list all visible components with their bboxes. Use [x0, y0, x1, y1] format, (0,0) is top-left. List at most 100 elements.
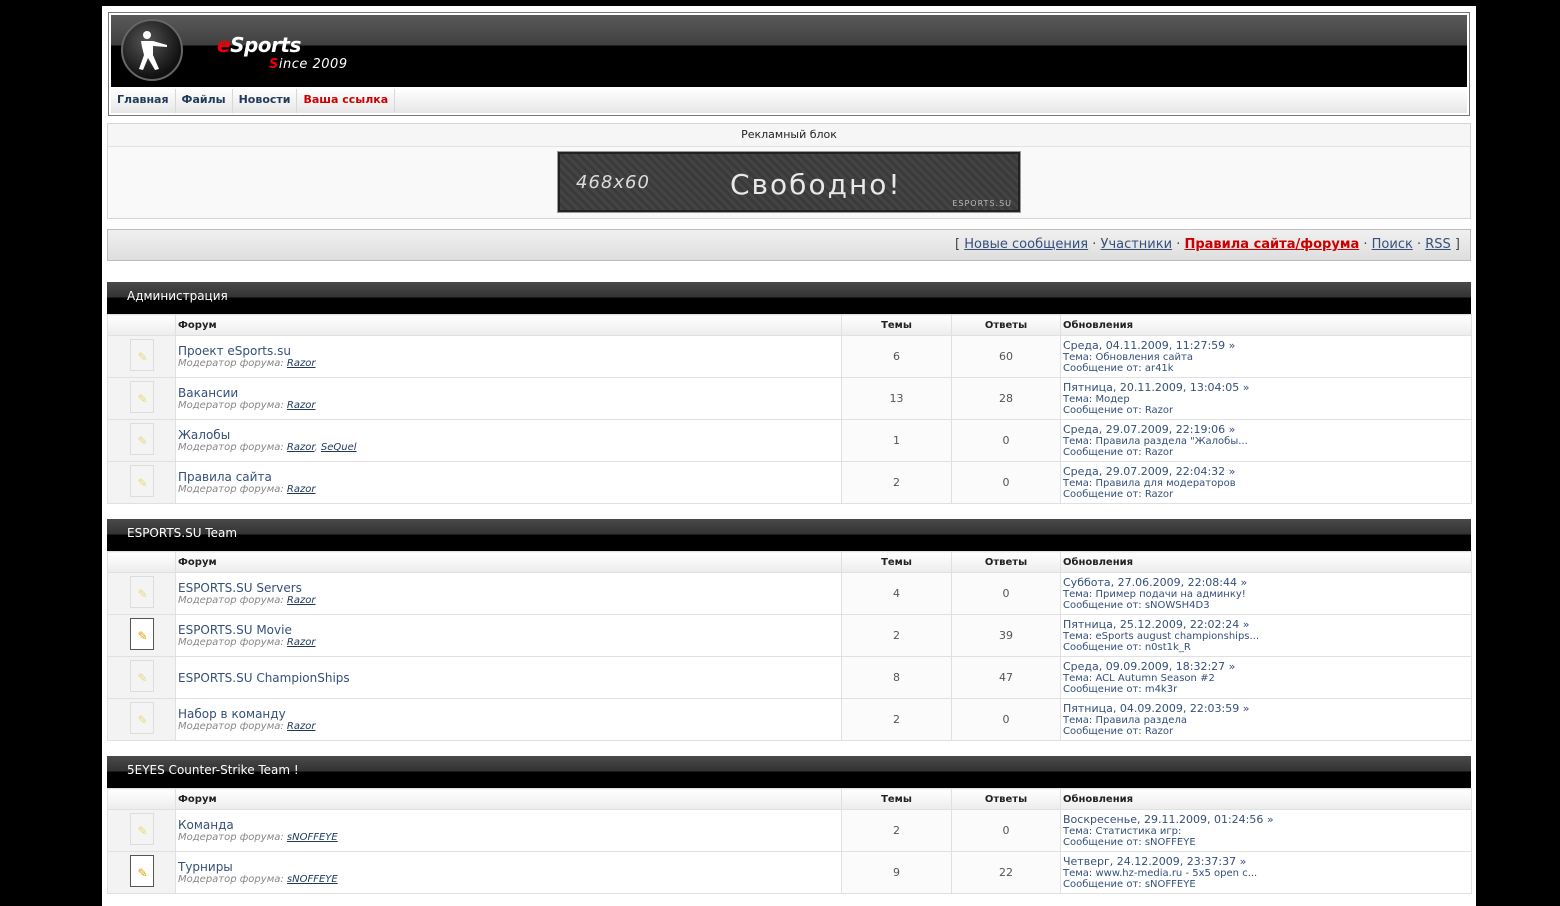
nav-files[interactable]: Файлы	[176, 89, 233, 113]
col-topics: Темы	[841, 551, 952, 573]
ad-block: Рекламный блок 468x60 Свободно! ESPORTS.…	[107, 123, 1471, 219]
last-post-date[interactable]: Суббота, 27.06.2009, 22:08:44 »	[1063, 576, 1247, 589]
forum-link[interactable]: Правила сайта	[178, 470, 272, 484]
category-title[interactable]: 5EYES Counter-Strike Team !	[107, 756, 1471, 788]
go-to-post-icon[interactable]: »	[1243, 618, 1250, 631]
last-author-label: Сообщение от:	[1063, 641, 1142, 653]
category-title[interactable]: Администрация	[107, 282, 1471, 314]
last-post-date[interactable]: Среда, 04.11.2009, 11:27:59 »	[1063, 339, 1235, 352]
go-to-post-icon[interactable]: »	[1241, 576, 1248, 589]
logo-text[interactable]: eSports	[217, 33, 301, 57]
forum-link[interactable]: Турниры	[178, 860, 233, 874]
last-author[interactable]: ar41k	[1145, 363, 1174, 374]
ad-title: Рекламный блок	[108, 124, 1470, 147]
moderator-link[interactable]: Razor	[287, 400, 316, 411]
last-topic[interactable]: Пример подачи на админку!	[1096, 589, 1246, 600]
last-post-date[interactable]: Среда, 09.09.2009, 18:32:27 »	[1063, 660, 1235, 673]
last-post-date[interactable]: Пятница, 25.12.2009, 22:02:24 »	[1063, 618, 1249, 631]
table-header-row: Форум Темы Ответы Обновления	[107, 314, 1472, 336]
category-title[interactable]: ESPORTS.SU Team	[107, 519, 1471, 551]
last-topic[interactable]: www.hz-media.ru - 5x5 open c...	[1096, 868, 1258, 879]
nav-your-link[interactable]: Ваша ссылка	[297, 89, 396, 113]
last-author[interactable]: m4k3r	[1145, 684, 1177, 695]
last-post-date-text: Среда, 04.11.2009, 11:27:59	[1063, 338, 1226, 352]
forum-moderators: Модератор форума: Razor	[178, 721, 839, 732]
last-author[interactable]: Razor	[1145, 405, 1173, 416]
last-post-date[interactable]: Среда, 29.07.2009, 22:19:06 »	[1063, 423, 1235, 436]
logo-rest: Sports	[230, 33, 301, 57]
moderator-link[interactable]: Razor	[287, 637, 316, 648]
last-topic[interactable]: Правила раздела	[1096, 715, 1187, 726]
last-topic[interactable]: ACL Autumn Season #2	[1096, 673, 1215, 684]
last-post-info: Среда, 29.07.2009, 22:19:06 » Тема: Прав…	[1063, 424, 1469, 458]
moderator-link[interactable]: sNOFFEYE	[287, 832, 338, 843]
last-author[interactable]: sNOFFEYE	[1145, 837, 1196, 848]
go-to-post-icon[interactable]: »	[1240, 855, 1247, 868]
category-block: ESPORTS.SU Team Форум Темы Ответы Обновл…	[107, 519, 1472, 741]
moderator-link[interactable]: Razor	[287, 358, 316, 369]
moderator-link[interactable]: sNOFFEYE	[287, 874, 338, 885]
forum-replies-count: 47	[951, 656, 1061, 699]
link-new-posts[interactable]: Новые сообщения	[964, 237, 1088, 252]
nav-home[interactable]: Главная	[111, 89, 176, 113]
last-post-date[interactable]: Пятница, 04.09.2009, 22:03:59 »	[1063, 702, 1249, 715]
last-post-date-text: Среда, 29.07.2009, 22:04:32	[1063, 464, 1226, 478]
go-to-post-icon[interactable]: »	[1229, 339, 1236, 352]
last-topic[interactable]: Правила для модераторов	[1096, 478, 1236, 489]
forum-table: Форум Темы Ответы Обновления Проект eSpo…	[107, 314, 1472, 504]
last-topic[interactable]: Правила раздела "Жалобы...	[1096, 436, 1248, 447]
go-to-post-icon[interactable]: »	[1229, 423, 1236, 436]
forum-link[interactable]: ESPORTS.SU ChampionShips	[178, 671, 350, 685]
last-post-date-text: Среда, 09.09.2009, 18:32:27	[1063, 659, 1226, 673]
last-topic-label: Тема:	[1063, 588, 1093, 600]
last-author[interactable]: Razor	[1145, 447, 1173, 458]
last-topic[interactable]: eSports august championships...	[1096, 631, 1260, 642]
last-post-date[interactable]: Воскресенье, 29.11.2009, 01:24:56 »	[1063, 813, 1274, 826]
go-to-post-icon[interactable]: »	[1243, 381, 1250, 394]
logo-emblem[interactable]	[121, 19, 183, 81]
col-topics: Темы	[841, 788, 952, 810]
link-search[interactable]: Поиск	[1372, 237, 1413, 252]
last-post-date[interactable]: Пятница, 20.11.2009, 13:04:05 »	[1063, 381, 1249, 394]
last-author[interactable]: sNOFFEYE	[1145, 879, 1196, 890]
table-header-row: Форум Темы Ответы Обновления	[107, 788, 1472, 810]
forum-link[interactable]: Проект eSports.su	[178, 344, 291, 358]
col-topics: Темы	[841, 314, 952, 336]
last-author[interactable]: n0st1k_R	[1145, 642, 1191, 653]
logo-e: e	[217, 33, 231, 57]
last-author[interactable]: Razor	[1145, 726, 1173, 737]
ad-banner[interactable]: 468x60 Свободно! ESPORTS.SU	[558, 152, 1020, 212]
last-author[interactable]: sNOWSH4D3	[1145, 600, 1210, 611]
forum-link[interactable]: ESPORTS.SU Movie	[178, 623, 292, 637]
go-to-post-icon[interactable]: »	[1267, 813, 1274, 826]
col-updates: Обновления	[1060, 314, 1472, 336]
last-post-date[interactable]: Среда, 29.07.2009, 22:04:32 »	[1063, 465, 1235, 478]
go-to-post-icon[interactable]: »	[1229, 660, 1236, 673]
moderator-link[interactable]: SeQuel	[321, 442, 357, 453]
last-topic-label: Тема:	[1063, 825, 1093, 837]
link-rss[interactable]: RSS	[1425, 237, 1451, 252]
moderator-link[interactable]: Razor	[287, 442, 315, 453]
last-post-date[interactable]: Четверг, 24.12.2009, 23:37:37 »	[1063, 855, 1246, 868]
last-topic[interactable]: Статистика игр:	[1096, 826, 1182, 837]
nav-news[interactable]: Новости	[233, 89, 298, 113]
last-author-label: Сообщение от:	[1063, 446, 1142, 458]
forum-link[interactable]: Набор в команду	[178, 707, 286, 721]
forum-link[interactable]: Команда	[178, 818, 234, 832]
forum-link[interactable]: Вакансии	[178, 386, 238, 400]
forum-link[interactable]: ESPORTS.SU Servers	[178, 581, 302, 595]
col-icon	[107, 788, 176, 810]
go-to-post-icon[interactable]: »	[1229, 465, 1236, 478]
last-post-date-text: Пятница, 20.11.2009, 13:04:05	[1063, 380, 1240, 394]
last-topic[interactable]: Обновления сайта	[1096, 352, 1193, 363]
link-members[interactable]: Участники	[1101, 237, 1173, 252]
last-topic[interactable]: Модер	[1096, 394, 1130, 405]
last-author[interactable]: Razor	[1145, 489, 1173, 500]
moderator-link[interactable]: Razor	[287, 484, 316, 495]
forum-cell: Проект eSports.su Модератор форума: Razo…	[175, 335, 842, 378]
moderator-link[interactable]: Razor	[287, 595, 316, 606]
forum-link[interactable]: Жалобы	[178, 428, 230, 442]
link-rules[interactable]: Правила сайта/форума	[1184, 237, 1359, 252]
moderator-link[interactable]: Razor	[287, 721, 316, 732]
go-to-post-icon[interactable]: »	[1243, 702, 1250, 715]
